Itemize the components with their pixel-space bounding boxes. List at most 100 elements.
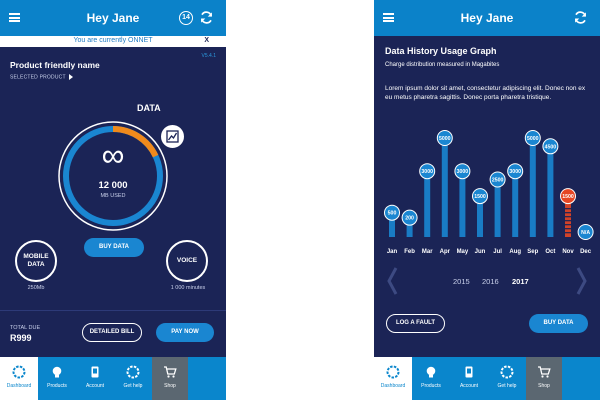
total-due-amount: R999 <box>10 333 32 343</box>
nav-shop-label: Shop <box>164 383 176 389</box>
section-divider <box>0 310 226 311</box>
play-arrow-icon <box>68 74 73 80</box>
nav-account[interactable]: Account <box>76 357 114 400</box>
month-label-may: May <box>457 249 469 255</box>
help-icon <box>500 365 514 379</box>
app-header: Hey Jane 14 <box>0 0 226 36</box>
bar-value-jul: 2500 <box>492 178 504 184</box>
dashboard-icon <box>12 365 26 379</box>
month-label-feb: Feb <box>404 249 415 255</box>
bar-value-jun: 1500 <box>474 194 486 200</box>
nav-get-help[interactable]: Get help <box>114 357 152 400</box>
month-label-aug: Aug <box>509 249 521 255</box>
month-label-nov: Nov <box>562 249 574 255</box>
year-2015[interactable]: 2015 <box>453 277 470 286</box>
network-notice: You are currently ONNET X <box>0 36 226 47</box>
bar-sep <box>529 138 536 237</box>
year-2017[interactable]: 2017 <box>512 277 529 286</box>
bar-value-dec: N/A <box>581 230 590 236</box>
selected-product-label: SELECTED PRODUCT <box>10 74 66 81</box>
bottom-nav: Dashboard Products Account Get help Shop <box>0 357 226 400</box>
dashboard-screen: Hey Jane 14 You are currently ONNET X V5… <box>0 0 226 400</box>
bar-jul <box>494 179 501 237</box>
product-name: Product friendly name <box>10 60 100 70</box>
month-label-dec: Dec <box>580 249 592 255</box>
bottom-nav: Dashboard Products Account Get help Shop <box>374 357 600 400</box>
bar-apr <box>441 138 448 237</box>
bar-stripe <box>565 228 571 230</box>
month-label-oct: Oct <box>545 249 555 255</box>
version-label: V5.4.1 <box>201 53 216 59</box>
pay-now-button[interactable]: PAY NOW <box>156 323 214 342</box>
infinity-icon: ∞ <box>101 137 125 173</box>
nav-get-help-label: Get help <box>497 383 517 389</box>
nav-dashboard[interactable]: Dashboard <box>0 357 38 400</box>
graph-description: Lorem ipsum dolor sit amet, consectetur … <box>385 85 586 101</box>
bar-oct <box>547 146 554 237</box>
bar-stripe <box>565 208 571 210</box>
refresh-icon[interactable] <box>573 10 588 25</box>
bar-stripe <box>565 232 571 234</box>
mobile-data-value: 250Mb <box>27 285 45 291</box>
log-fault-button[interactable]: LOG A FAULT <box>386 314 445 333</box>
nav-get-help[interactable]: Get help <box>488 357 526 400</box>
bar-value-mar: 3000 <box>421 169 433 175</box>
nav-products[interactable]: Products <box>412 357 450 400</box>
app-header: Hey Jane <box>374 0 600 36</box>
notification-badge[interactable]: 14 <box>179 11 193 25</box>
graph-subtitle: Charge distribution measured in Magabite… <box>385 62 500 68</box>
data-label: DATA <box>137 103 161 113</box>
bar-value-sep: 5000 <box>527 136 539 142</box>
graph-icon <box>166 130 179 143</box>
month-label-jul: Jul <box>493 249 502 255</box>
account-icon <box>465 366 473 378</box>
year-selector: 2015 2016 2017 <box>374 277 600 287</box>
voice-value: 1 000 minutes <box>170 285 206 291</box>
selected-product-link[interactable]: SELECTED PRODUCT <box>10 74 73 80</box>
buy-data-button[interactable]: BUY DATA <box>84 238 144 257</box>
data-used-unit: MB USED <box>100 193 126 199</box>
bar-may <box>459 171 466 237</box>
cart-icon <box>538 366 551 378</box>
month-label-jun: Jun <box>475 249 486 255</box>
chart-shortcut-button[interactable] <box>160 124 185 149</box>
nav-dashboard[interactable]: Dashboard <box>374 357 412 400</box>
bar-value-feb: 200 <box>405 216 414 222</box>
nav-account-label: Account <box>459 383 479 389</box>
graph-title: Data History Usage Graph <box>385 46 497 56</box>
network-notice-text: You are currently ONNET <box>73 37 153 44</box>
total-due-label: TOTAL DUE <box>10 325 41 331</box>
bar-mar <box>424 171 431 237</box>
refresh-icon[interactable] <box>199 10 214 25</box>
nav-products-label: Products <box>421 383 441 389</box>
data-used-value: 12 000 <box>98 180 128 191</box>
month-label-apr: Apr <box>440 249 451 255</box>
month-label-mar: Mar <box>422 249 433 255</box>
close-notice-button[interactable]: X <box>204 37 209 44</box>
nav-shop[interactable]: Shop <box>526 357 562 400</box>
bar-stripe <box>565 224 571 226</box>
usage-bar-chart: 500 Jan 200 Feb 3000 Mar 5000 Apr 3000 May 1500 Jun… <box>384 130 594 255</box>
dashboard-icon <box>386 365 400 379</box>
bar-value-apr: 5000 <box>439 136 451 142</box>
greeting-title: Hey Jane <box>460 11 514 25</box>
bar-value-aug: 3000 <box>509 169 521 175</box>
mobile-data-button[interactable]: MOBILE DATA <box>15 240 57 282</box>
nav-products[interactable]: Products <box>38 357 76 400</box>
nav-shop[interactable]: Shop <box>152 357 188 400</box>
month-label-jan: Jan <box>387 249 398 255</box>
bar-value-oct: 4500 <box>545 144 557 150</box>
usage-graph-screen: Hey Jane Data History Usage Graph Charge… <box>374 0 600 400</box>
nav-account[interactable]: Account <box>450 357 488 400</box>
nav-account-label: Account <box>85 383 105 389</box>
detailed-bill-button[interactable]: DETAILED BILL <box>82 323 142 342</box>
year-2016[interactable]: 2016 <box>482 277 499 286</box>
lightbulb-icon <box>426 366 436 378</box>
lightbulb-icon <box>52 366 62 378</box>
voice-label: VOICE <box>176 257 198 264</box>
buy-data-button[interactable]: BUY DATA <box>529 314 588 333</box>
voice-button[interactable]: VOICE <box>166 240 208 282</box>
bar-stripe <box>565 216 571 218</box>
nav-shop-label: Shop <box>538 383 550 389</box>
bar-value-nov: 1500 <box>562 194 574 200</box>
